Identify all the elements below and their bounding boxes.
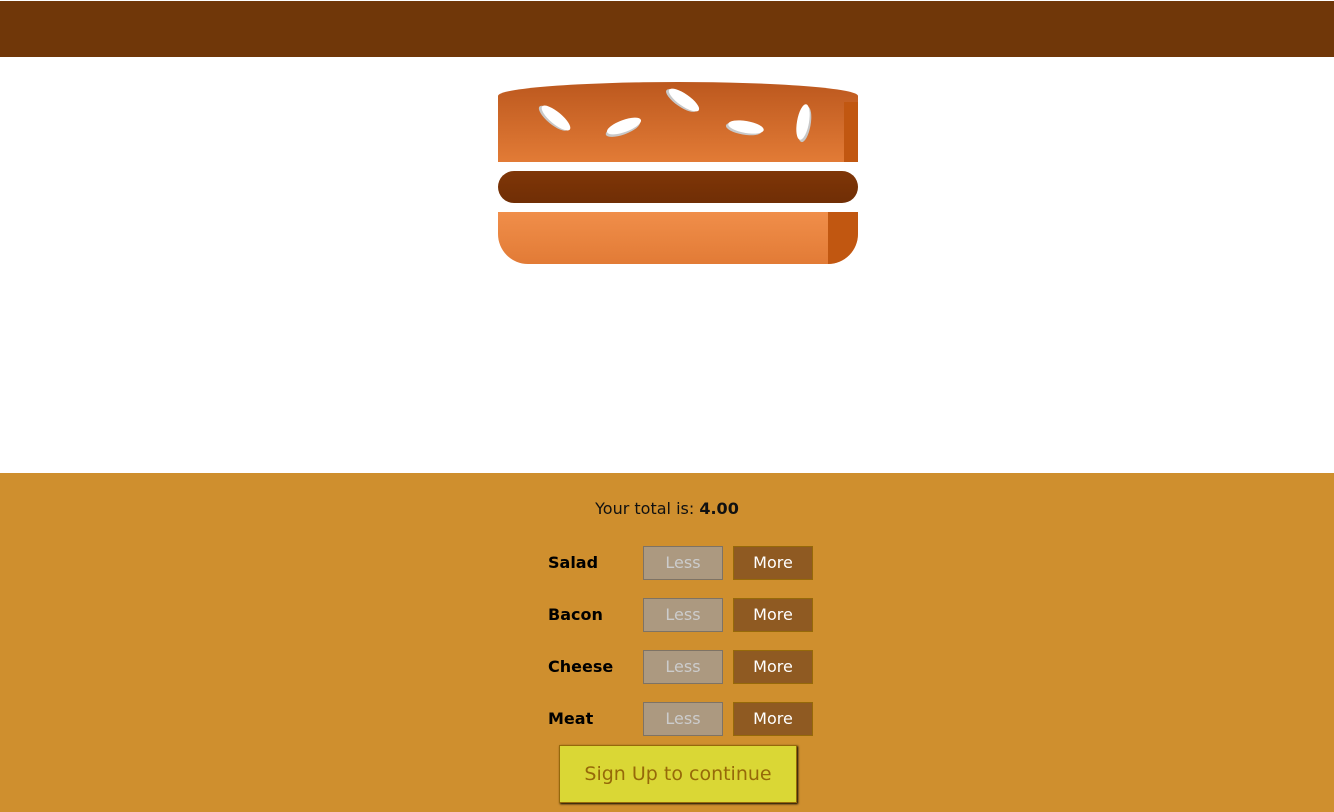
control-bacon: Bacon Less More	[548, 598, 814, 632]
less-bacon-button[interactable]: Less	[643, 598, 723, 632]
bread-top	[498, 82, 858, 162]
control-cheese: Cheese Less More	[548, 650, 814, 684]
more-meat-button[interactable]: More	[733, 702, 813, 736]
control-label-meat: Meat	[548, 709, 594, 728]
less-cheese-button[interactable]: Less	[643, 650, 723, 684]
control-label-bacon: Bacon	[548, 605, 603, 624]
seed-icon	[793, 103, 813, 141]
seed-icon	[727, 117, 765, 137]
control-salad: Salad Less More	[548, 546, 814, 580]
more-salad-button[interactable]: More	[733, 546, 813, 580]
less-meat-button[interactable]: Less	[643, 702, 723, 736]
total-label: Your total is:	[595, 499, 695, 518]
control-label-salad: Salad	[548, 553, 599, 572]
toolbar	[0, 1, 1334, 57]
total-price: Your total is: 4.00	[0, 499, 1334, 518]
total-value: 4.00	[699, 499, 739, 518]
sign-up-button[interactable]: Sign Up to continue	[559, 745, 797, 803]
seed-icon	[538, 101, 574, 135]
less-salad-button[interactable]: Less	[643, 546, 723, 580]
burger-preview	[0, 57, 1334, 473]
bread-bottom	[498, 212, 858, 264]
more-bacon-button[interactable]: More	[733, 598, 813, 632]
more-cheese-button[interactable]: More	[733, 650, 813, 684]
meat	[498, 171, 858, 203]
seed-icon	[665, 84, 703, 116]
control-meat: Meat Less More	[548, 702, 814, 736]
build-controls: Your total is: 4.00 Salad Less More Baco…	[0, 473, 1334, 812]
seed-icon	[605, 114, 643, 138]
control-label-cheese: Cheese	[548, 657, 614, 676]
